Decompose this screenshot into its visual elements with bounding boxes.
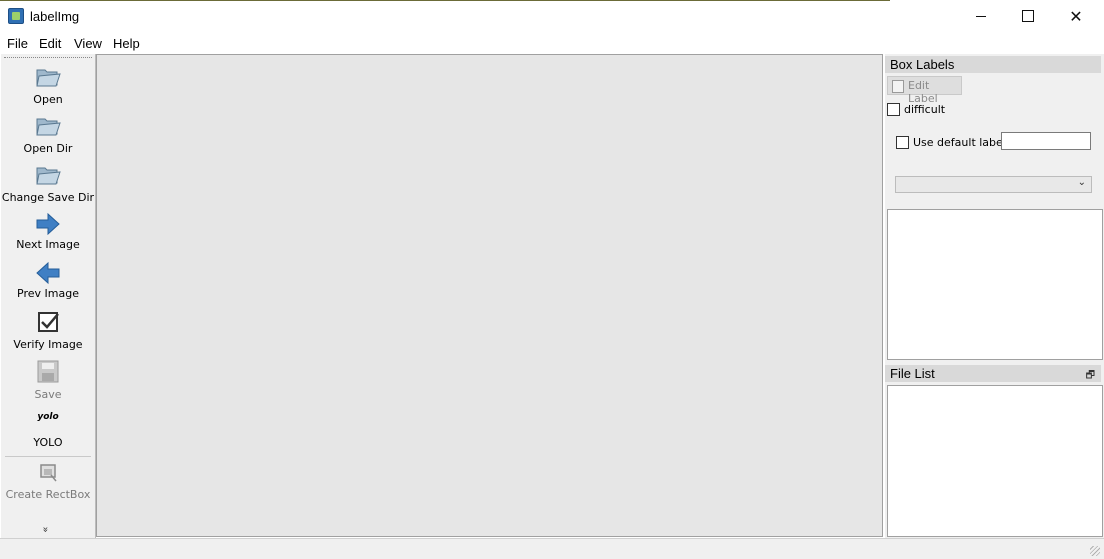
- file-list-titlebar: File List 🗗: [885, 365, 1101, 382]
- yolo-icon: yolo: [37, 412, 59, 422]
- close-icon: ✕: [1069, 6, 1083, 26]
- chevron-down-icon: ⌄: [1077, 177, 1086, 188]
- open-dir-button[interactable]: Open Dir: [1, 113, 95, 157]
- menu-edit[interactable]: Edit: [39, 36, 61, 51]
- next-image-label: Next Image: [16, 238, 80, 251]
- label-combo-box[interactable]: ⌄: [895, 176, 1092, 193]
- menu-file[interactable]: File: [7, 36, 28, 51]
- prev-image-button[interactable]: Prev Image: [1, 260, 95, 304]
- verify-image-label: Verify Image: [13, 338, 83, 351]
- open-dir-label: Open Dir: [23, 142, 73, 155]
- resize-grip-icon[interactable]: [1090, 546, 1100, 556]
- use-default-label-checkbox[interactable]: [896, 136, 909, 149]
- minimize-icon: [976, 15, 986, 17]
- toolbar-divider: [5, 456, 91, 457]
- format-label: YOLO: [33, 436, 63, 449]
- menu-bar: File Edit View Help: [0, 33, 1104, 53]
- app-icon: [8, 8, 24, 24]
- tools-toolbar: Open Open Dir Change Save Dir Next Image…: [1, 54, 96, 538]
- close-button[interactable]: ✕: [1053, 0, 1099, 32]
- maximize-button[interactable]: [1005, 0, 1051, 32]
- status-bar: [0, 538, 1104, 559]
- right-dock: Box Labels Edit Label difficult Use defa…: [885, 54, 1104, 538]
- title-bar-edge: [0, 0, 890, 1]
- checkbox-check-icon: [38, 312, 59, 332]
- edit-label-button[interactable]: Edit Label: [887, 76, 962, 105]
- file-list-title: File List: [890, 366, 935, 381]
- edit-icon: [892, 80, 904, 93]
- use-default-label-label: Use default label: [913, 136, 1006, 149]
- menu-view[interactable]: View: [74, 36, 102, 51]
- image-canvas[interactable]: [96, 54, 883, 537]
- create-rectbox-button[interactable]: Create RectBox: [1, 461, 95, 505]
- folder-open-icon: [36, 167, 61, 185]
- folder-open-icon: [36, 69, 61, 87]
- next-image-button[interactable]: Next Image: [1, 211, 95, 255]
- arrow-right-icon: [36, 212, 60, 236]
- arrow-left-icon: [36, 261, 60, 285]
- label-list[interactable]: [887, 209, 1103, 360]
- save-button[interactable]: Save: [1, 359, 95, 403]
- yolo-format-button[interactable]: yolo YOLO: [1, 410, 95, 450]
- folder-open-icon: [36, 118, 61, 136]
- undock-icon[interactable]: 🗗: [1086, 368, 1095, 385]
- menu-help[interactable]: Help: [113, 36, 140, 51]
- toolbar-handle[interactable]: [4, 57, 92, 58]
- open-label: Open: [33, 93, 63, 106]
- toolbar-expand-icon[interactable]: »: [40, 526, 51, 532]
- edit-label-text: Edit Label: [908, 79, 938, 105]
- difficult-checkbox[interactable]: [887, 103, 900, 116]
- change-save-dir-label: Change Save Dir: [1, 191, 95, 204]
- open-button[interactable]: Open: [1, 64, 95, 108]
- window-title: labelImg: [30, 9, 80, 24]
- box-labels-title: Box Labels: [890, 57, 955, 72]
- file-list[interactable]: [887, 385, 1103, 537]
- minimize-button[interactable]: [958, 0, 1004, 32]
- default-label-input[interactable]: [1001, 132, 1091, 150]
- save-label: Save: [34, 388, 62, 401]
- difficult-label: difficult: [904, 103, 946, 116]
- rect-box-icon: [40, 464, 57, 482]
- box-labels-titlebar: Box Labels: [885, 56, 1101, 73]
- prev-image-label: Prev Image: [17, 287, 79, 300]
- create-rectbox-label: Create RectBox: [5, 488, 91, 501]
- change-save-dir-button[interactable]: Change Save Dir: [1, 162, 95, 206]
- title-bar: labelImg ✕: [0, 0, 1104, 33]
- maximize-icon: [1022, 10, 1034, 22]
- floppy-disk-icon: [37, 360, 59, 383]
- verify-image-button[interactable]: Verify Image: [1, 310, 95, 354]
